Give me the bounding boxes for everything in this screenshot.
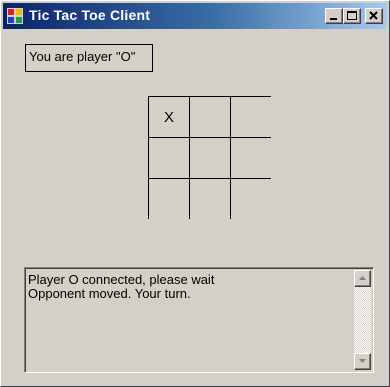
vertical-scrollbar[interactable] bbox=[354, 270, 371, 370]
log-line: Player O connected, please wait bbox=[28, 272, 215, 287]
maximize-icon bbox=[347, 11, 357, 20]
board-cell[interactable] bbox=[231, 138, 271, 178]
minimize-icon bbox=[330, 18, 337, 20]
close-icon bbox=[369, 11, 378, 20]
window-title: Tic Tac Toe Client bbox=[29, 7, 151, 23]
scroll-down-arrow-icon bbox=[359, 359, 366, 363]
log-line: Opponent moved. Your turn. bbox=[28, 286, 191, 301]
board-cell[interactable] bbox=[190, 138, 230, 178]
board-cell[interactable] bbox=[149, 138, 189, 178]
board-cell[interactable] bbox=[231, 97, 271, 137]
scroll-down-button[interactable] bbox=[354, 353, 371, 370]
title-bar[interactable]: Tic Tac Toe Client bbox=[3, 3, 387, 29]
board-cell[interactable] bbox=[190, 97, 230, 137]
board-cell[interactable] bbox=[231, 179, 271, 219]
main-window: Tic Tac Toe Client You are player "O" X bbox=[0, 0, 390, 387]
close-button[interactable] bbox=[365, 8, 383, 24]
scroll-up-arrow-icon bbox=[359, 276, 366, 280]
minimize-button[interactable] bbox=[325, 8, 343, 24]
message-log-text: Player O connected, please wait Opponent… bbox=[28, 273, 348, 301]
app-icon bbox=[7, 8, 23, 24]
message-log[interactable]: Player O connected, please wait Opponent… bbox=[24, 267, 374, 373]
board-cell[interactable] bbox=[149, 179, 189, 219]
board-cell[interactable]: X bbox=[149, 97, 189, 137]
scroll-up-button[interactable] bbox=[354, 270, 371, 287]
board-cell[interactable] bbox=[190, 179, 230, 219]
player-label: You are player "O" bbox=[25, 44, 153, 72]
maximize-button[interactable] bbox=[343, 8, 361, 24]
game-board: X bbox=[148, 96, 271, 219]
